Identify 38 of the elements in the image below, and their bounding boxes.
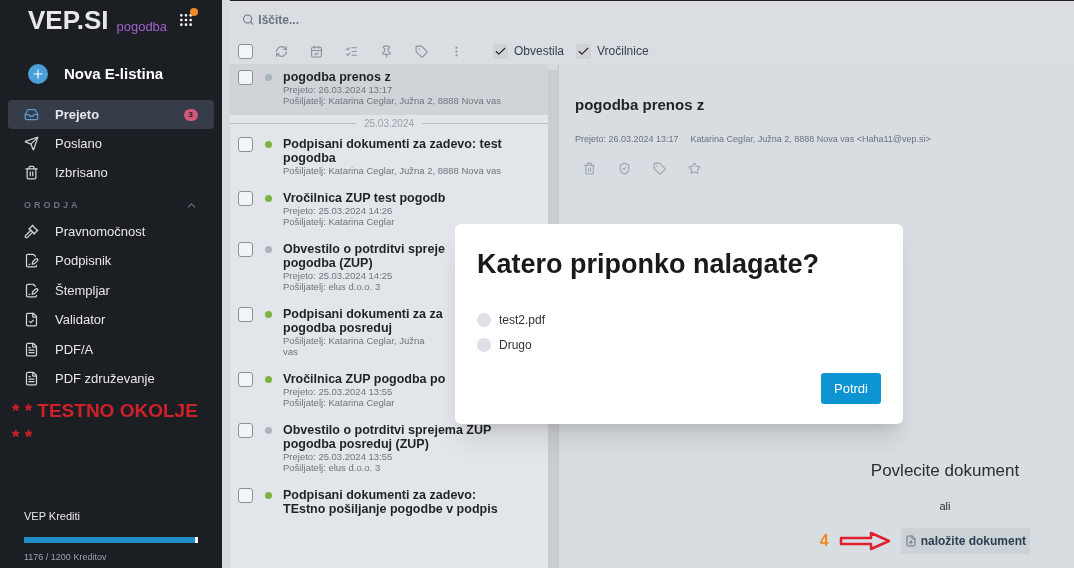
message-meta: Prejeto: 25.03.2024 13:55: [283, 386, 393, 397]
message-meta: Pošiljatelj: Katarina Ceglar, Južna 2, 8888 Nova vas: [283, 95, 502, 106]
message-title: Vročilnica ZUP test pogodb: [283, 191, 446, 205]
section-title: ORODJA: [24, 199, 81, 212]
message-meta: vas: [283, 346, 298, 357]
message-meta: Prejeto: 25.03.2024 13:55: [283, 451, 393, 462]
message-title: pogodba posreduj: [283, 321, 393, 335]
message-meta: Pošiljatelj: Katarina Ceglar: [283, 397, 395, 408]
sender-address: Katarina Ceglar, Južna 2, 8888 Nova vas <Haha11@vep.si>: [690, 132, 931, 146]
step-number: 4: [819, 531, 829, 551]
message-title: pogodba prenos z: [283, 70, 391, 84]
message-title: Podpisani dokumenti za za: [283, 307, 443, 321]
brand-logo: VEP.SI: [28, 7, 109, 33]
product-name: pogodba: [116, 20, 168, 33]
count-badge: 3: [183, 108, 198, 121]
drop-heading: Povlecite dokument: [870, 460, 1020, 482]
message-title: Podpisani dokumenti za zadevo: TEstno pošiljanje pogodbe v podpis: [283, 488, 499, 516]
credits-text: 1176 / 1200 Kreditov: [23, 550, 108, 564]
message-title: pogodba (ZUP): [283, 256, 373, 270]
received-date: Prejeto: 26.03.2024 13:17: [575, 132, 679, 146]
date-separator: 25.03.2024: [363, 116, 415, 131]
message-title: Obvestilo o potrditvi sprejema ZUP pogodba posreduj (ZUP): [283, 423, 493, 451]
message-title: Podpisani dokumenti za zadevo: test pogodba: [283, 137, 503, 165]
message-meta: Prejeto: 25.03.2024 14:25: [283, 270, 393, 281]
message-meta: Pošiljatelj: Katarina Ceglar, Južna: [283, 335, 425, 346]
credits-label: VEP Krediti: [23, 509, 82, 524]
message-meta: Prejeto: 25.03.2024 14:26: [283, 205, 393, 216]
message-title: Vročilnica ZUP pogodba po: [283, 372, 446, 386]
message-heading: pogodba prenos z: [575, 95, 706, 115]
message-meta: Pošiljatelj: elus d.o.o. 3: [283, 462, 381, 473]
environment-warning: * * TESTNO OKOLJE * *: [11, 398, 199, 449]
message-meta: Pošiljatelj: elus d.o.o. 3: [283, 281, 381, 292]
message-title: Obvestilo o potrditvi spreje: [283, 242, 445, 256]
message-meta: Prejeto: 26.03.2024 13:17: [283, 84, 393, 95]
message-meta: Pošiljatelj: Katarina Ceglar, Južna 2, 8888 Nova vas: [283, 165, 502, 176]
dialog-title: Katero priponko nalagate?: [477, 248, 821, 281]
message-meta: Pošiljatelj: Katarina Ceglar: [283, 216, 395, 227]
or-label: ali: [939, 498, 951, 514]
